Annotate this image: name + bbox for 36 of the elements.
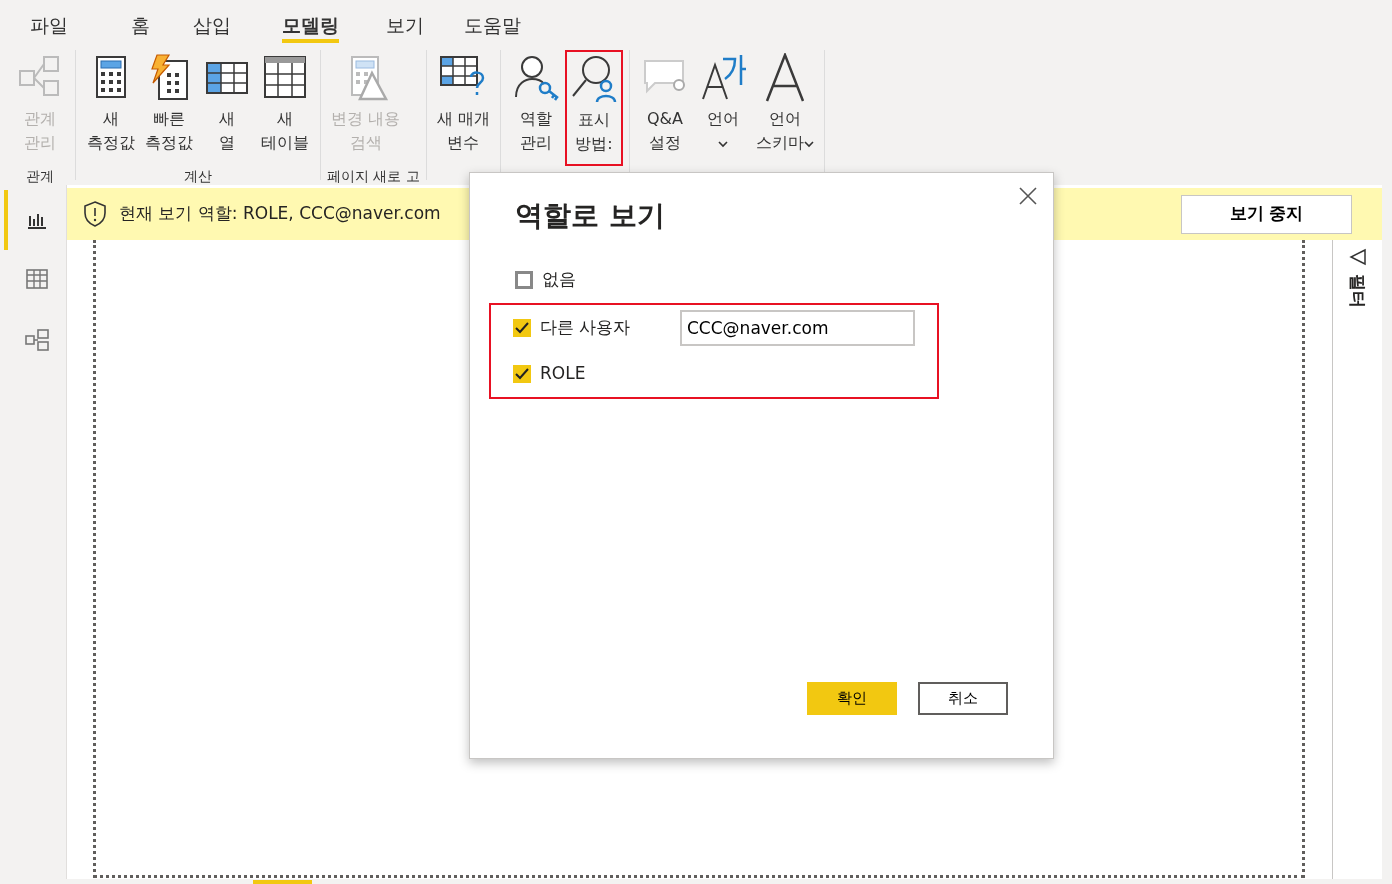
- menu-tab[interactable]: 모델링: [282, 0, 339, 45]
- ribbon-button[interactable]: 새 측정값: [82, 50, 140, 166]
- ribbon-button[interactable]: 새 매개 변수: [432, 50, 494, 166]
- page-tab-indicator: [253, 880, 312, 884]
- ribbon-button[interactable]: 새 테이블: [256, 50, 314, 166]
- menu-tab[interactable]: 보기: [386, 0, 424, 45]
- menu-tab[interactable]: 파일: [30, 0, 68, 45]
- data-view-icon: [25, 268, 49, 292]
- filter-label[interactable]: 필터: [1347, 274, 1368, 308]
- model-view-icon: [25, 328, 49, 352]
- ribbon-button[interactable]: 표시 방법:: [565, 50, 623, 166]
- ribbon-button[interactable]: 빠른 측정값: [140, 50, 198, 166]
- stop-viewing-button[interactable]: 보기 중지: [1181, 194, 1352, 234]
- menu-tab[interactable]: 홈: [131, 0, 150, 45]
- ribbon-button[interactable]: 역할 관리: [507, 50, 565, 166]
- checkbox[interactable]: [513, 364, 531, 383]
- dialog-title: 역할로 보기: [515, 199, 666, 233]
- cancel-button[interactable]: 취소: [918, 682, 1008, 715]
- ribbon-button[interactable]: 언어 스키마: [752, 50, 818, 166]
- ok-button[interactable]: 확인: [807, 682, 897, 715]
- menu-tab[interactable]: 도움말: [464, 0, 521, 45]
- user-field[interactable]: CCC@naver.com: [680, 309, 915, 346]
- filter-icon: [1348, 248, 1367, 266]
- option-label: ROLE: [540, 361, 586, 385]
- banner-text: 현재 보기 역할: ROLE, CCC@naver.com: [119, 202, 441, 226]
- checkbox[interactable]: [515, 270, 533, 289]
- shield-warning-icon: [83, 201, 107, 227]
- option-label: 없음: [542, 267, 576, 291]
- checkbox[interactable]: [513, 318, 531, 337]
- person-key-icon: [512, 53, 560, 103]
- ribbon-button[interactable]: 언어: [694, 50, 752, 166]
- option-label: 다른 사용자: [540, 315, 631, 339]
- ribbon-button[interactable]: Q&A 설정: [636, 50, 694, 166]
- ribbon-button[interactable]: 새 열: [198, 50, 256, 166]
- person-search-icon: [570, 54, 618, 104]
- menu-tab[interactable]: 삽입: [193, 0, 231, 45]
